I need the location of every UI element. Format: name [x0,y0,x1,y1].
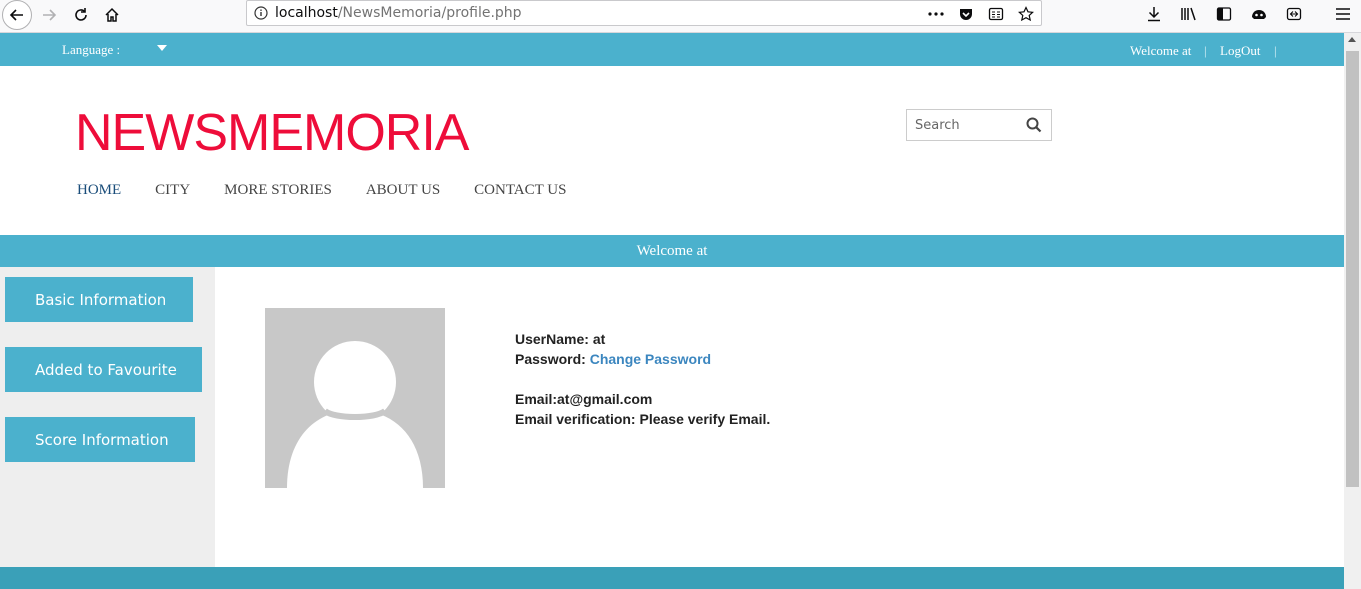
sidebar-icon[interactable] [1214,4,1234,24]
search-box [906,109,1052,141]
language-label: Language : [62,42,121,57]
profile-sidebar: Basic Information Added to Favourite Sco… [0,267,215,567]
scroll-thumb[interactable] [1346,51,1359,487]
username-label: UserName: [515,331,589,347]
user-avatar-icon [265,308,445,488]
username-value: at [592,331,606,347]
logout-link[interactable]: LogOut [1220,43,1260,59]
basic-information-button[interactable]: Basic Information [5,277,193,322]
caret-down-icon[interactable] [157,45,167,51]
email-label: Email: [515,391,558,407]
main-navigation: HOME CITY MORE STORIES ABOUT US CONTACT … [77,182,600,199]
library-icon[interactable] [1179,4,1199,24]
menu-icon[interactable] [1333,4,1353,24]
verification-row: Email verification: Please verify Email. [515,409,770,429]
nav-city[interactable]: CITY [155,182,190,199]
search-icon[interactable] [1026,117,1042,133]
reload-icon [75,8,87,21]
screenshot-icon[interactable] [1284,4,1304,24]
email-row: Email:at@gmail.com [515,389,770,409]
info-icon[interactable] [247,6,275,20]
welcome-banner: Welcome at [0,235,1344,267]
reload-button[interactable] [66,0,96,30]
footer-band [0,567,1344,589]
score-information-button[interactable]: Score Information [5,417,195,462]
url-text: localhost/NewsMemoria/profile.php [275,5,522,21]
welcome-text: Welcome at [1130,43,1192,58]
username-row: UserName: at [515,329,770,349]
forward-button[interactable] [34,0,64,30]
separator: | [1274,43,1277,58]
site-logo[interactable]: NEWSMEMORIA [75,103,469,163]
nav-home[interactable]: HOME [77,182,121,199]
top-utility-bar: Language : Welcome at | LogOut | [0,33,1344,66]
address-bar[interactable]: localhost/NewsMemoria/profile.php [246,0,1042,26]
nav-more-stories[interactable]: MORE STORIES [224,182,332,199]
separator: | [1204,43,1207,58]
password-label: Password: [515,351,586,367]
url-path: /NewsMemoria/profile.php [337,5,522,21]
back-arrow-icon [9,9,23,21]
url-actions [927,5,1035,23]
scroll-up-icon[interactable] [1348,37,1356,42]
extension-icon[interactable] [1249,4,1269,24]
nav-about-us[interactable]: ABOUT US [366,182,440,199]
added-to-favourite-button[interactable]: Added to Favourite [5,347,202,392]
url-host: localhost [275,5,338,21]
password-row: Password: Change Password [515,349,770,369]
verification-value: Please verify Email. [639,411,771,427]
reader-icon[interactable] [987,5,1005,23]
browser-toolbar-right [1144,4,1353,24]
page-scrollbar[interactable] [1344,33,1361,589]
search-input[interactable] [907,111,1017,139]
nav-contact-us[interactable]: CONTACT US [474,182,566,199]
more-icon[interactable] [927,5,945,23]
bookmark-star-icon[interactable] [1017,5,1035,23]
verification-label: Email verification: [515,411,636,427]
change-password-link[interactable]: Change Password [590,351,711,367]
back-button[interactable] [2,0,32,30]
browser-toolbar: localhost/NewsMemoria/profile.php [0,0,1361,33]
home-icon [105,7,119,22]
profile-info: UserName: at Password: Change Password E… [515,329,770,429]
email-value: at@gmail.com [557,391,653,407]
forward-arrow-icon [43,9,57,21]
download-icon[interactable] [1144,4,1164,24]
pocket-icon[interactable] [957,5,975,23]
home-button[interactable] [97,0,127,30]
